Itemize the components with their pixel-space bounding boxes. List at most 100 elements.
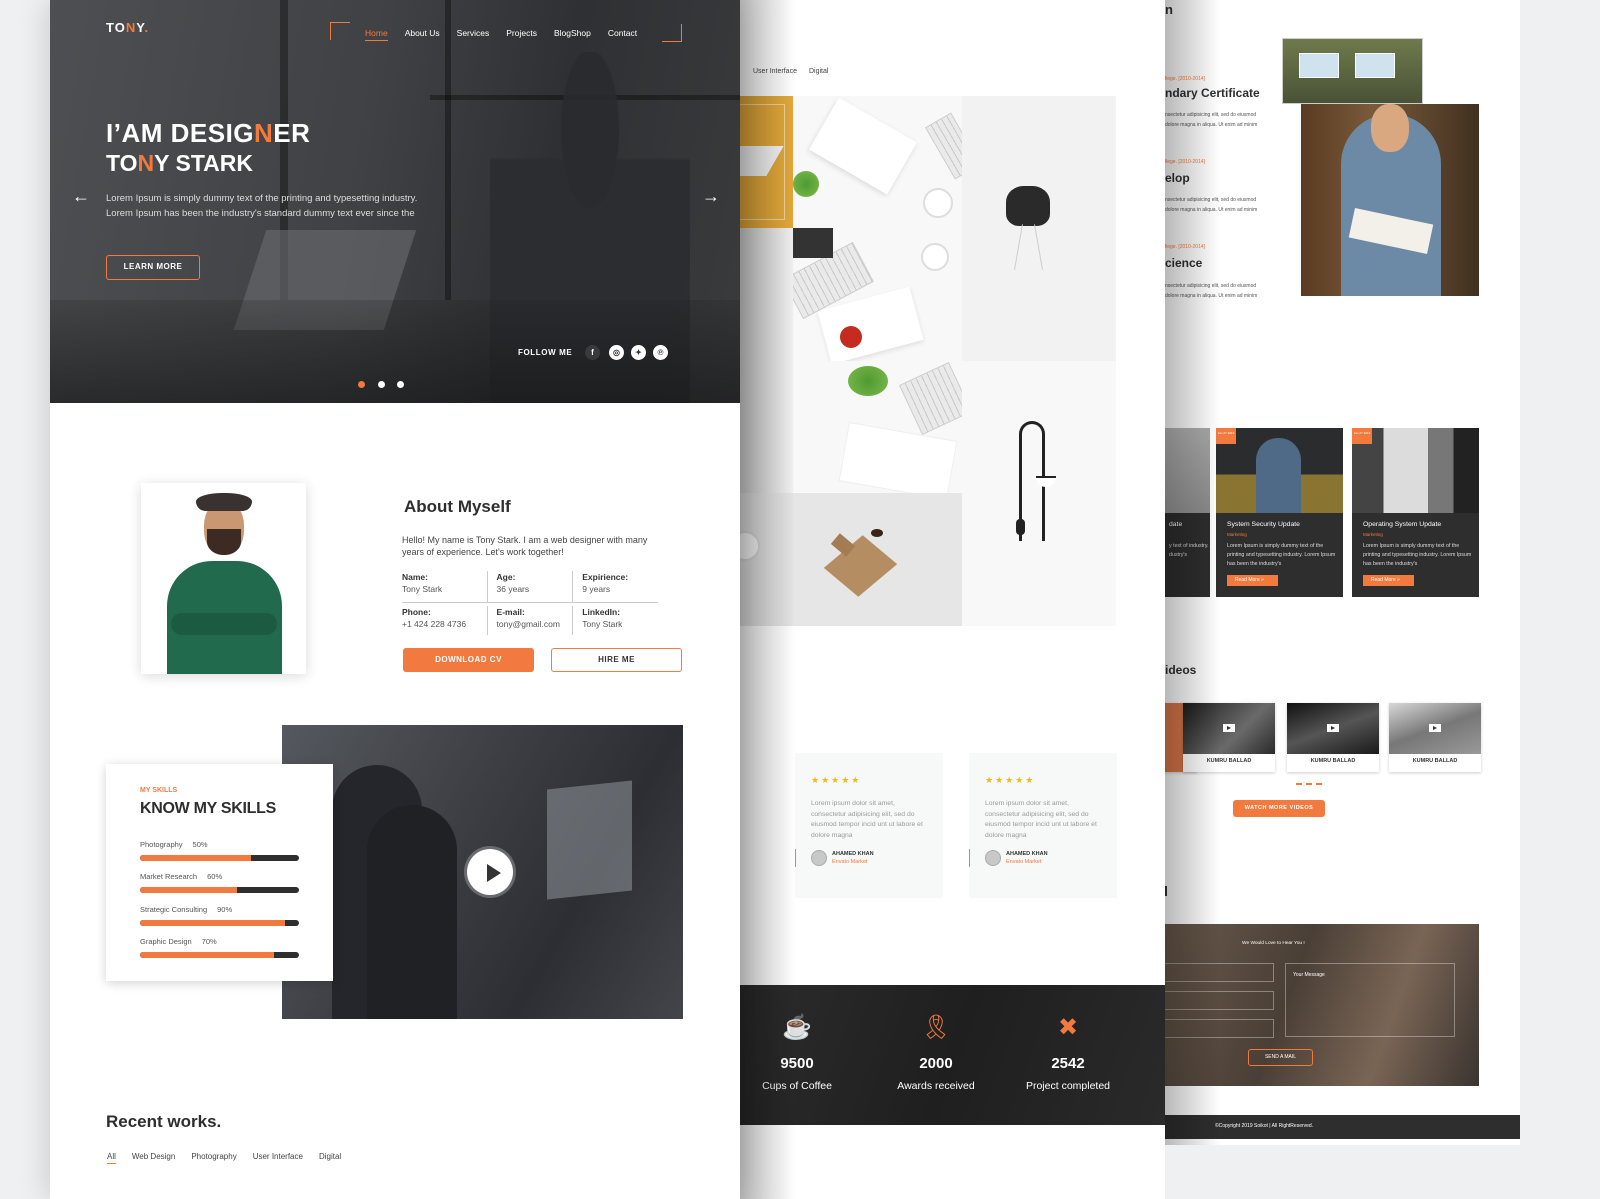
tab-web-design[interactable]: Web Design <box>132 1152 175 1164</box>
arrow-left-icon[interactable]: ← <box>72 186 90 207</box>
testimonial-card: ★★★★★ Lorem ipsum dolor sit amet, consec… <box>795 753 943 898</box>
pinterest-icon[interactable]: ℗ <box>653 345 668 360</box>
slider-dot-3[interactable] <box>397 381 404 388</box>
info-value[interactable]: Tony Stark <box>582 618 658 630</box>
monitor-image <box>793 228 833 258</box>
play-icon[interactable] <box>1327 724 1339 732</box>
logo-text: TO <box>106 20 126 35</box>
nav-home[interactable]: Home <box>365 28 388 41</box>
portfolio-item[interactable] <box>793 493 962 626</box>
hero-name-highlight: N <box>137 150 155 176</box>
portfolio-item[interactable] <box>793 96 962 228</box>
info-row: Phone: +1 424 228 4736 E-mail: tony@gmail.… <box>402 603 658 635</box>
name-input[interactable] <box>1165 963 1274 982</box>
portfolio-item[interactable] <box>962 96 1116 361</box>
nav-projects[interactable]: Projects <box>506 28 537 41</box>
testimonial-author: AHAMED KHAN <box>832 851 874 857</box>
nav-about[interactable]: About Us <box>405 28 440 41</box>
play-icon[interactable] <box>1223 724 1235 732</box>
video-player[interactable] <box>282 725 683 1019</box>
nav-contact[interactable]: Contact <box>608 28 637 41</box>
skill-name: Graphic Design <box>140 937 192 946</box>
tab-user-interface[interactable]: User Interface <box>253 1152 303 1164</box>
info-label: E-mail: <box>496 607 525 617</box>
facebook-icon[interactable]: f <box>585 345 600 360</box>
portfolio-item[interactable] <box>962 361 1116 626</box>
nav-blogshop[interactable]: BlogShop <box>554 28 591 41</box>
read-more-button[interactable]: Read More » <box>1363 575 1414 586</box>
blog-title[interactable]: System Security Update <box>1227 521 1300 528</box>
blog-card[interactable]: Jan 27 2019 System Security Update Marke… <box>1216 428 1343 597</box>
skill-bar-fill <box>140 887 237 893</box>
read-more-button[interactable]: Read More » <box>1227 575 1278 586</box>
email-input[interactable] <box>1165 991 1274 1010</box>
video-card[interactable]: KUMRU BALLAD <box>1389 703 1481 772</box>
avatar <box>811 850 827 866</box>
send-mail-button[interactable]: SEND A MAIL <box>1248 1049 1313 1066</box>
info-name: Name: Tony Stark <box>402 571 487 602</box>
info-label: Expirience: <box>582 572 629 582</box>
carousel-indicator[interactable] <box>1296 783 1322 785</box>
blog-date: Jan 27 2019 <box>1352 428 1372 444</box>
slider-dot-1[interactable] <box>358 381 365 388</box>
about-title: About Myself <box>404 497 511 516</box>
contact-section: We Would Love to Hear You ! Your Message… <box>1165 924 1479 1086</box>
about-info-table: Name: Tony Stark Age: 36 years Expirience:… <box>402 571 658 635</box>
tab-digital[interactable]: Digital <box>809 68 828 75</box>
play-icon[interactable] <box>1429 724 1441 732</box>
footer: ©Copyright 2019 Soikot | All RightReserv… <box>1165 1115 1520 1139</box>
counter-projects: ✖ 2542 Project completed <box>998 1013 1138 1092</box>
watch-more-videos-button[interactable]: WATCH MORE VIDEOS <box>1233 800 1325 817</box>
slider-dot-2[interactable] <box>378 381 385 388</box>
blog-text: Lorem Ipsum is simply dummy text of the … <box>1227 543 1336 567</box>
portfolio-item[interactable] <box>793 361 962 493</box>
testimonial-company: Envato Market <box>1006 859 1042 865</box>
blog-card[interactable]: date y text of industry. dustry's <box>1165 428 1210 597</box>
portfolio-item[interactable] <box>793 228 962 361</box>
logo[interactable]: TONY. <box>106 20 149 35</box>
info-value: Tony Stark <box>402 584 443 594</box>
message-textarea[interactable]: Your Message <box>1285 963 1455 1037</box>
learn-more-button[interactable]: LEARN MORE <box>106 255 200 280</box>
edu-title: cience <box>1165 256 1203 270</box>
tab-user-interface[interactable]: User Interface <box>753 68 797 75</box>
tab-photography[interactable]: Photography <box>191 1152 236 1164</box>
blog-category[interactable]: Marketing <box>1363 532 1383 537</box>
student-photo <box>1301 104 1479 296</box>
skill-item: Strategic Consulting 90% <box>140 905 299 926</box>
nav-bracket-left <box>330 22 350 40</box>
blog-category[interactable]: Marketing <box>1227 532 1247 537</box>
tab-digital[interactable]: Digital <box>319 1152 341 1164</box>
counter-label: Project completed <box>1025 1080 1111 1092</box>
info-row: Name: Tony Stark Age: 36 years Expirience:… <box>402 571 658 603</box>
award-ribbon-icon: 🎗 <box>920 1014 952 1041</box>
arrow-right-icon[interactable]: → <box>702 186 720 207</box>
portfolio-item[interactable] <box>740 96 793 228</box>
blog-title[interactable]: Operating System Update <box>1363 521 1441 528</box>
window-frame <box>445 0 451 300</box>
blog-card[interactable]: Jan 27 2019 Operating System Update Mark… <box>1352 428 1479 597</box>
skill-name: Market Research <box>140 872 198 881</box>
info-value[interactable]: tony@gmail.com <box>497 618 573 630</box>
portfolio-item[interactable] <box>740 493 793 626</box>
subject-input[interactable] <box>1165 1019 1274 1038</box>
play-icon[interactable] <box>467 849 513 895</box>
counter-label: Awards received <box>897 1080 975 1092</box>
nav-services[interactable]: Services <box>457 28 490 41</box>
video-card[interactable]: KUMRU BALLAD <box>1183 703 1275 772</box>
message-placeholder: Your Message <box>1293 972 1325 978</box>
instagram-icon[interactable]: ◎ <box>609 345 624 360</box>
portfolio-filter-tabs: All Web Design Photography User Interfac… <box>107 1152 341 1164</box>
tab-all[interactable]: All <box>107 1152 116 1164</box>
rating-stars-icon: ★★★★★ <box>985 775 1036 785</box>
chair-leg <box>1014 224 1023 270</box>
portfolio-item[interactable] <box>740 228 793 493</box>
blog-text: Lorem Ipsum is simply dummy text of the … <box>1363 543 1472 567</box>
twitter-icon[interactable]: ✦ <box>631 345 646 360</box>
hero-name-text: TO <box>106 150 138 176</box>
video-card[interactable]: KUMRU BALLAD <box>1287 703 1379 772</box>
apple-image <box>840 326 862 348</box>
hire-me-button[interactable]: HIRE ME <box>551 648 682 672</box>
skill-bar-fill <box>140 920 285 926</box>
download-cv-button[interactable]: DOWNLOAD CV <box>403 648 534 672</box>
